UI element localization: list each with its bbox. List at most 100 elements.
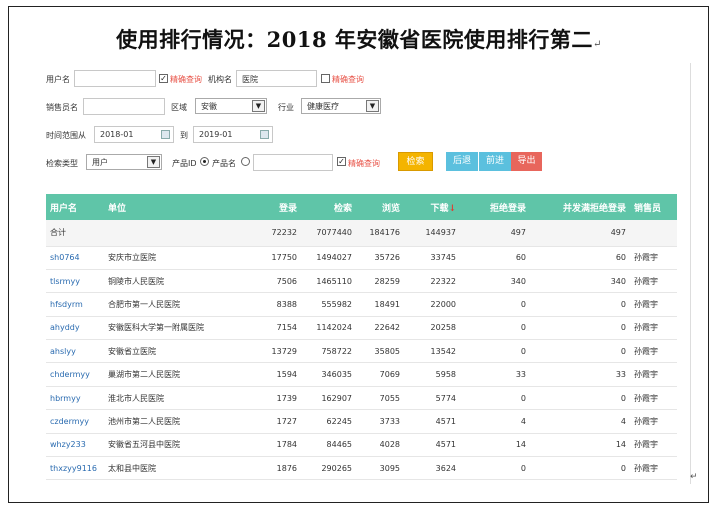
table-cell: 33 [615, 370, 626, 380]
table-cell: 孙霞宇 [634, 416, 658, 426]
username-link[interactable]: tlsrmyy [46, 269, 104, 292]
table-cell: 4571 [435, 416, 456, 426]
col-browse[interactable]: 浏览 [356, 194, 404, 220]
table-cell: 20258 [430, 323, 456, 333]
table-cell: 7055 [379, 393, 400, 403]
export-button[interactable]: 导出 [511, 152, 542, 171]
table-cell: 4 [620, 416, 626, 426]
table-cell: 孙霞宇 [634, 440, 658, 450]
table-cell: 7069 [379, 370, 400, 380]
search-button[interactable]: 检索 [398, 152, 433, 171]
org-name-input[interactable]: 医院 [236, 70, 317, 87]
username-link[interactable]: chdermyy [46, 363, 104, 386]
page-title: 使用排行情况：2018 年安徽省医院使用排行第二↵ [0, 24, 718, 54]
username-label: 用户名 [46, 75, 70, 84]
table-cell: 7506 [276, 276, 297, 286]
table-cell: 孙霞宇 [634, 393, 658, 403]
col-concurrent-refused[interactable]: 并发满拒绝登录 [530, 194, 630, 220]
region-label: 区域 [171, 103, 187, 112]
forward-button[interactable]: 前进 [479, 152, 511, 171]
date-to-input[interactable]: 2019-01 [193, 126, 273, 143]
sales-name-input[interactable] [83, 98, 165, 115]
table-cell: 35726 [374, 253, 400, 263]
table-cell: 555982 [321, 299, 352, 309]
exact-query-checkbox-3[interactable]: ✓ [337, 157, 346, 166]
table-cell: 0 [520, 463, 526, 473]
sort-down-arrow-icon: ↓ [448, 203, 456, 214]
chevron-down-icon: ▼ [252, 100, 265, 112]
table-row: ahslyy 安徽省立医院 13729 758722 35805 13542 0 0 孙霞宇 [46, 340, 677, 363]
table-cell: 太和县中医院 [108, 463, 156, 473]
col-org[interactable]: 单位 [104, 194, 252, 220]
table-cell: 孙霞宇 [634, 276, 658, 286]
col-search[interactable]: 检索 [301, 194, 356, 220]
col-username[interactable]: 用户名 [46, 194, 104, 220]
back-button[interactable]: 后退 [446, 152, 478, 171]
table-cell: 安庆市立医院 [108, 253, 156, 263]
username-link[interactable]: hfsdyrm [46, 293, 104, 316]
table-cell: 290265 [321, 463, 352, 473]
username-link[interactable]: ahslyy [46, 340, 104, 363]
username-input[interactable] [74, 70, 156, 87]
table-cell: 0 [620, 299, 626, 309]
total-cell: 7077440 [316, 228, 352, 238]
table-cell: 7154 [276, 323, 297, 333]
date-from-input[interactable]: 2018-01 [94, 126, 174, 143]
total-cell: 合计 [50, 228, 66, 238]
chevron-down-icon: ▼ [147, 156, 160, 168]
table-cell: 14 [615, 440, 626, 450]
exact-query-label-2: 精确查询 [332, 75, 364, 84]
table-cell: 28259 [374, 276, 400, 286]
product-name-label: 产品名 [212, 159, 236, 168]
industry-select[interactable]: 健康医疗 ▼ [301, 98, 381, 114]
table-cell: 4028 [379, 440, 400, 450]
product-name-radio[interactable] [241, 157, 250, 166]
total-cell: 184176 [369, 228, 400, 238]
table-cell: 5958 [435, 370, 456, 380]
col-login[interactable]: 登录 [252, 194, 301, 220]
table-cell: 22642 [374, 323, 400, 333]
table-cell: 0 [620, 393, 626, 403]
col-refused-login[interactable]: 拒绝登录 [460, 194, 530, 220]
industry-label: 行业 [278, 103, 294, 112]
chevron-down-icon: ▼ [366, 100, 379, 112]
region-select[interactable]: 安徽 ▼ [195, 98, 267, 114]
table-row: ahyddy 安徽医科大学第一附属医院 7154 1142024 22642 20258 0… [46, 316, 677, 340]
table-cell: 合肥市第一人民医院 [108, 299, 180, 309]
search-type-label: 检索类型 [46, 159, 78, 168]
col-salesperson[interactable]: 销售员 [630, 194, 677, 220]
exact-query-checkbox-1[interactable]: ✓ [159, 74, 168, 83]
calendar-icon[interactable] [260, 130, 269, 139]
industry-select-value: 健康医疗 [307, 102, 339, 111]
table-cell: 340 [610, 276, 626, 286]
table-cell: 安徽医科大学第一附属医院 [108, 323, 204, 333]
username-link[interactable]: ahyddy [46, 316, 104, 339]
table-cell: 0 [520, 346, 526, 356]
product-id-radio[interactable] [200, 157, 209, 166]
table-row: czdermyy 池州市第二人民医院 1727 62245 3733 4571 4 4 孙霞宇 [46, 410, 677, 434]
table-cell: 0 [520, 393, 526, 403]
username-link[interactable]: hbrmyy [46, 386, 104, 409]
table-cell: 0 [620, 346, 626, 356]
username-link[interactable]: thxzyy9116 [46, 457, 104, 480]
table-cell: 孙霞宇 [634, 370, 658, 380]
table-cell: 1876 [276, 463, 297, 473]
username-link[interactable]: sh0764 [46, 246, 104, 269]
product-input[interactable] [253, 154, 333, 171]
table-cell: 0 [620, 323, 626, 333]
total-cell: 497 [510, 228, 526, 238]
search-type-select[interactable]: 用户 ▼ [86, 154, 162, 170]
col-download[interactable]: 下载↓ [404, 194, 460, 220]
table-row: whzy233 安徽省五河县中医院 1784 84465 4028 4571 14 14 孙霞宇 [46, 433, 677, 457]
total-cell [630, 220, 677, 246]
search-type-value: 用户 [92, 158, 108, 167]
table-cell: 162907 [321, 393, 352, 403]
exact-query-checkbox-2[interactable] [321, 74, 330, 83]
table-total-row: 合计 72232 7077440 184176 144937 497 497 [46, 220, 677, 246]
username-link[interactable]: whzy233 [46, 433, 104, 456]
username-link[interactable]: czdermyy [46, 410, 104, 433]
table-cell: 3733 [379, 416, 400, 426]
table-cell: 1727 [276, 416, 297, 426]
org-name-label: 机构名 [208, 75, 232, 84]
calendar-icon[interactable] [161, 130, 170, 139]
